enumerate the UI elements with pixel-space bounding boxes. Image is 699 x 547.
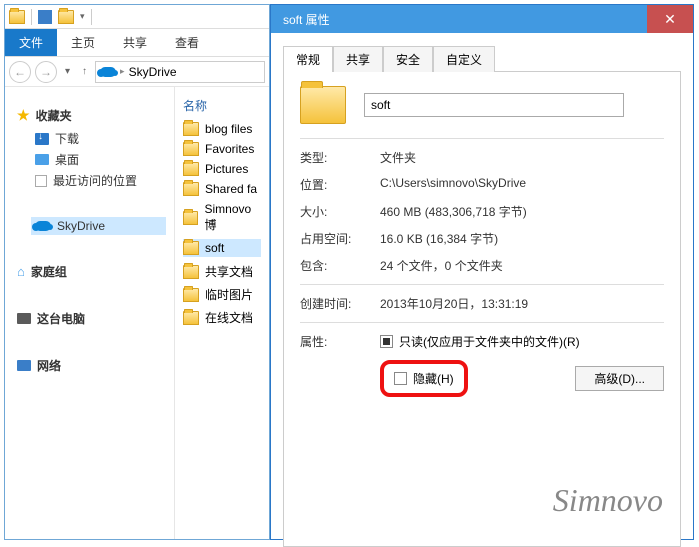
label-created: 创建时间: <box>300 295 380 312</box>
folder-icon <box>300 86 346 124</box>
folder-icon <box>183 142 199 156</box>
label-attributes: 属性: <box>300 333 380 350</box>
list-item[interactable]: Simnovo博 <box>183 202 261 233</box>
folder-icon <box>183 211 198 225</box>
save-icon[interactable] <box>38 10 52 24</box>
folder-icon <box>183 288 199 302</box>
nav-pane: ★收藏夹 下载 桌面 最近访问的位置 SkyDrive ⌂家庭组 这台电脑 网络 <box>5 87 175 539</box>
folder-icon <box>183 162 199 176</box>
forward-button[interactable]: → <box>35 61 57 83</box>
pc-icon <box>17 313 31 324</box>
label-contains: 包含: <box>300 257 380 274</box>
value-created: 2013年10月20日，13:31:19 <box>380 295 528 312</box>
download-icon <box>35 133 49 145</box>
label-location: 位置: <box>300 176 380 193</box>
folder-icon <box>9 10 25 24</box>
tab-content: 类型:文件夹 位置:C:\Users\simnovo\SkyDrive 大小:4… <box>283 71 681 547</box>
nav-homegroup[interactable]: ⌂家庭组 <box>17 263 166 280</box>
value-size: 460 MB (483,306,718 字节) <box>380 203 527 220</box>
folder-icon <box>183 182 199 196</box>
properties-tabs: 常规 共享 安全 自定义 <box>271 33 693 71</box>
tab-security[interactable]: 安全 <box>383 46 433 72</box>
value-type: 文件夹 <box>380 149 416 166</box>
list-item[interactable]: blog files <box>183 122 261 136</box>
advanced-button[interactable]: 高级(D)... <box>575 366 664 391</box>
network-icon <box>17 360 31 371</box>
list-item[interactable]: 共享文档 <box>183 263 261 280</box>
chevron-down-icon[interactable]: ▾ <box>80 11 85 22</box>
skydrive-icon <box>100 67 116 77</box>
address-bar[interactable]: ▸ SkyDrive <box>95 61 265 83</box>
list-item[interactable]: 在线文档 <box>183 309 261 326</box>
highlight-box: 隐藏(H) <box>380 360 468 397</box>
list-item[interactable]: Favorites <box>183 142 261 156</box>
nav-desktop[interactable]: 桌面 <box>35 151 166 168</box>
homegroup-icon: ⌂ <box>17 264 25 279</box>
hidden-checkbox[interactable] <box>394 372 407 385</box>
ribbon-tabs: 文件 主页 共享 查看 <box>5 29 269 57</box>
ribbon-tab-view[interactable]: 查看 <box>161 28 213 57</box>
file-list: 名称 blog files Favorites Pictures Shared … <box>175 87 269 539</box>
list-item[interactable]: Shared fa <box>183 182 261 196</box>
list-item[interactable]: Pictures <box>183 162 261 176</box>
value-sizeondisk: 16.0 KB (16,384 字节) <box>380 230 498 247</box>
nav-recent[interactable]: 最近访问的位置 <box>35 172 166 189</box>
nav-thispc[interactable]: 这台电脑 <box>17 310 166 327</box>
navbar: ← → ▾ ↑ ▸ SkyDrive <box>5 57 269 87</box>
folder-name-input[interactable] <box>364 93 624 117</box>
folder-icon <box>183 241 199 255</box>
dialog-titlebar: soft 属性 ✕ <box>271 5 693 33</box>
history-dropdown[interactable]: ▾ <box>61 66 74 77</box>
label-type: 类型: <box>300 149 380 166</box>
nav-skydrive[interactable]: SkyDrive <box>31 217 166 235</box>
recent-icon <box>35 175 47 187</box>
folder-icon[interactable] <box>58 10 74 24</box>
explorer-titlebar: ▾ <box>5 5 269 29</box>
ribbon-tab-home[interactable]: 主页 <box>57 28 109 57</box>
close-button[interactable]: ✕ <box>647 5 693 33</box>
up-button[interactable]: ↑ <box>78 66 91 77</box>
hidden-label: 隐藏(H) <box>413 370 454 387</box>
tab-sharing[interactable]: 共享 <box>333 46 383 72</box>
column-header-name[interactable]: 名称 <box>183 97 265 114</box>
readonly-label: 只读(仅应用于文件夹中的文件)(R) <box>399 333 580 350</box>
nav-downloads[interactable]: 下载 <box>35 130 166 147</box>
address-text: SkyDrive <box>129 65 177 79</box>
folder-icon <box>183 122 199 136</box>
label-sizeondisk: 占用空间: <box>300 230 380 247</box>
folder-icon <box>183 311 199 325</box>
star-icon: ★ <box>17 107 30 124</box>
label-size: 大小: <box>300 203 380 220</box>
dialog-title: soft 属性 <box>283 11 330 28</box>
value-location: C:\Users\simnovo\SkyDrive <box>380 176 526 190</box>
ribbon-tab-share[interactable]: 共享 <box>109 28 161 57</box>
tab-customize[interactable]: 自定义 <box>433 46 495 72</box>
favorites-head[interactable]: ★收藏夹 <box>17 107 166 124</box>
value-contains: 24 个文件，0 个文件夹 <box>380 257 503 274</box>
tab-general[interactable]: 常规 <box>283 46 333 72</box>
watermark: Simnovo <box>553 482 663 519</box>
list-item-selected[interactable]: soft <box>183 239 261 257</box>
readonly-checkbox[interactable] <box>380 335 393 348</box>
nav-network[interactable]: 网络 <box>17 357 166 374</box>
properties-dialog: soft 属性 ✕ 常规 共享 安全 自定义 类型:文件夹 位置:C:\User… <box>270 4 694 540</box>
file-tab[interactable]: 文件 <box>5 29 57 56</box>
folder-icon <box>183 265 199 279</box>
explorer-window: ▾ 文件 主页 共享 查看 ← → ▾ ↑ ▸ SkyDrive ★收藏夹 下载… <box>4 4 270 540</box>
desktop-icon <box>35 154 49 165</box>
back-button[interactable]: ← <box>9 61 31 83</box>
skydrive-icon <box>35 221 51 231</box>
list-item[interactable]: 临时图片 <box>183 286 261 303</box>
